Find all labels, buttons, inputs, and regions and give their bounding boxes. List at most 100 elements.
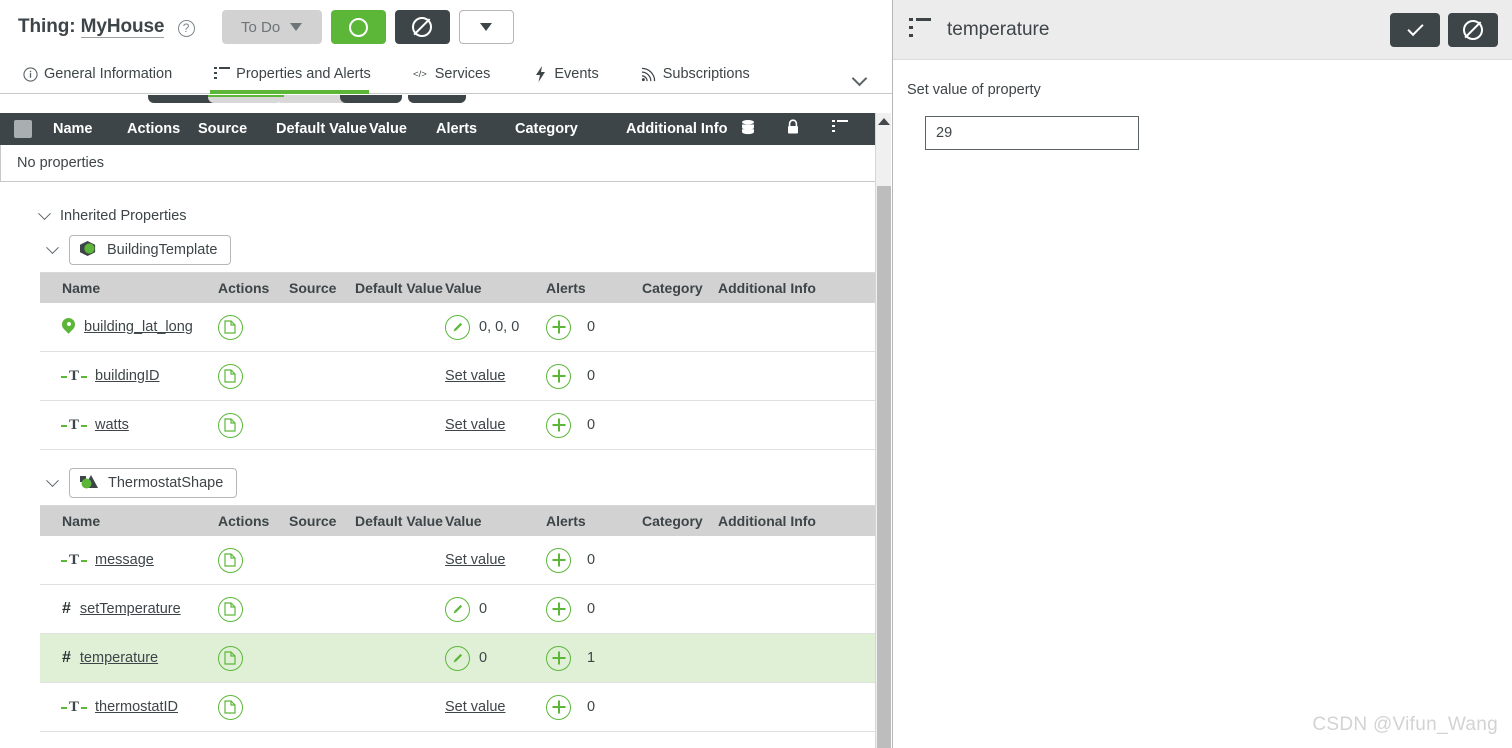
question-circle-icon[interactable]: ?	[177, 19, 195, 37]
set-value-link[interactable]: Set value	[445, 699, 505, 715]
property-name-link[interactable]: buildingID	[95, 368, 160, 384]
edit-pencil-icon[interactable]	[445, 596, 470, 622]
property-name-link[interactable]: watts	[95, 417, 129, 433]
add-alert-icon[interactable]	[546, 596, 571, 622]
inherited-properties-toggle[interactable]: Inherited Properties	[0, 182, 876, 228]
column-header-name[interactable]: Name	[53, 121, 127, 137]
column-header-alerts[interactable]: Alerts	[436, 121, 515, 137]
confirm-button[interactable]	[1390, 12, 1440, 47]
column-header-default-value[interactable]: Default Value	[355, 513, 445, 529]
copy-icon[interactable]	[218, 363, 243, 389]
group-chip[interactable]: BuildingTemplate	[69, 235, 232, 265]
vertical-scrollbar[interactable]	[875, 113, 891, 748]
peek-button[interactable]	[276, 95, 350, 103]
value-cell: Set value	[445, 417, 546, 433]
edit-pencil-icon[interactable]	[445, 645, 470, 671]
column-header-value[interactable]: Value	[445, 513, 546, 529]
panel-header: temperature	[893, 0, 1512, 60]
todo-dropdown-button[interactable]: To Do	[221, 10, 322, 44]
properties-scroll-body: Name Actions Source Default Value Value …	[0, 113, 876, 748]
column-header-name[interactable]: Name	[40, 513, 218, 529]
save-button[interactable]	[330, 10, 386, 44]
copy-icon[interactable]	[218, 596, 243, 622]
code-icon: </>	[413, 66, 429, 82]
column-header-actions[interactable]: Actions	[218, 513, 289, 529]
column-header-value[interactable]: Value	[445, 280, 546, 296]
table-row[interactable]: building_lat_long 0, 0, 0 0	[40, 303, 876, 352]
peek-active-underline	[208, 95, 284, 97]
column-header-default-value[interactable]: Default Value	[355, 280, 445, 296]
tab-subscriptions[interactable]: Subscriptions	[637, 55, 762, 93]
chevron-down-icon[interactable]	[46, 240, 59, 254]
column-header-source[interactable]: Source	[289, 513, 355, 529]
column-header-actions[interactable]: Actions	[218, 280, 289, 296]
add-alert-icon[interactable]	[546, 314, 571, 340]
column-header-category[interactable]: Category	[515, 121, 626, 137]
set-value-link[interactable]: Set value	[445, 552, 505, 568]
database-icon[interactable]	[740, 119, 786, 139]
peek-button[interactable]	[340, 95, 402, 103]
add-alert-icon[interactable]	[546, 694, 571, 720]
select-all-checkbox[interactable]	[14, 120, 32, 138]
edit-pencil-icon[interactable]	[445, 314, 470, 340]
column-header-actions[interactable]: Actions	[127, 121, 198, 137]
table-row[interactable]: T watts Set value 0	[40, 401, 876, 450]
list-icon[interactable]	[832, 120, 848, 138]
property-name-link[interactable]: setTemperature	[80, 601, 181, 617]
property-name-link[interactable]: thermostatID	[95, 699, 178, 715]
tab-label: Subscriptions	[662, 66, 750, 82]
copy-icon[interactable]	[218, 694, 243, 720]
peek-button[interactable]	[408, 95, 466, 103]
tab-general-information[interactable]: General Information	[18, 55, 184, 93]
column-header-source[interactable]: Source	[289, 280, 355, 296]
column-header-alerts[interactable]: Alerts	[546, 280, 642, 296]
inherited-properties-label: Inherited Properties	[60, 208, 187, 224]
property-name-link[interactable]: message	[95, 552, 154, 568]
table-row[interactable]: T buildingID Set value 0	[40, 352, 876, 401]
add-alert-icon[interactable]	[546, 547, 571, 573]
property-value-input[interactable]	[925, 116, 1139, 150]
column-header-name[interactable]: Name	[40, 280, 218, 296]
table-row-selected[interactable]: # temperature 0 1	[40, 634, 876, 683]
column-header-additional-info[interactable]: Additional Info	[626, 121, 740, 137]
copy-icon[interactable]	[218, 547, 243, 573]
column-header-alerts[interactable]: Alerts	[546, 513, 642, 529]
group-name: BuildingTemplate	[107, 242, 218, 258]
tab-services[interactable]: </> Services	[409, 55, 503, 93]
cancel-button[interactable]	[394, 10, 450, 44]
column-header-additional-info[interactable]: Additional Info	[718, 280, 838, 296]
copy-icon[interactable]	[218, 412, 243, 438]
actions-cell	[218, 694, 289, 720]
column-header-default-value[interactable]: Default Value	[276, 121, 369, 137]
add-alert-icon[interactable]	[546, 363, 571, 389]
table-row[interactable]: T message Set value 0	[40, 536, 876, 585]
table-row[interactable]: # setTemperature 0 0	[40, 585, 876, 634]
chevron-down-icon	[38, 206, 51, 220]
column-header-category[interactable]: Category	[642, 280, 718, 296]
column-header-source[interactable]: Source	[198, 121, 276, 137]
value-text: 0, 0, 0	[479, 319, 520, 335]
scroll-up-arrow-icon[interactable]	[877, 118, 890, 125]
tabs-collapse-chevron-icon[interactable]	[851, 70, 870, 87]
chevron-down-icon[interactable]	[46, 473, 59, 487]
table-row[interactable]: T thermostatID Set value 0	[40, 683, 876, 732]
tab-properties-and-alerts[interactable]: Properties and Alerts	[210, 55, 383, 94]
property-name-link[interactable]: temperature	[80, 650, 158, 666]
cancel-button[interactable]	[1448, 12, 1498, 47]
alerts-cell: 0	[546, 694, 642, 720]
copy-icon[interactable]	[218, 314, 243, 340]
tab-events[interactable]: Events	[528, 55, 610, 93]
column-header-value[interactable]: Value	[369, 121, 436, 137]
add-alert-icon[interactable]	[546, 412, 571, 438]
group-chip[interactable]: ThermostatShape	[69, 468, 238, 498]
add-alert-icon[interactable]	[546, 645, 571, 671]
more-actions-button[interactable]	[458, 10, 514, 44]
lock-icon[interactable]	[786, 119, 832, 139]
set-value-link[interactable]: Set value	[445, 417, 505, 433]
copy-icon[interactable]	[218, 645, 243, 671]
column-header-additional-info[interactable]: Additional Info	[718, 513, 838, 529]
scrollbar-thumb[interactable]	[877, 186, 891, 748]
column-header-category[interactable]: Category	[642, 513, 718, 529]
set-value-link[interactable]: Set value	[445, 368, 505, 384]
property-name-link[interactable]: building_lat_long	[84, 319, 193, 335]
